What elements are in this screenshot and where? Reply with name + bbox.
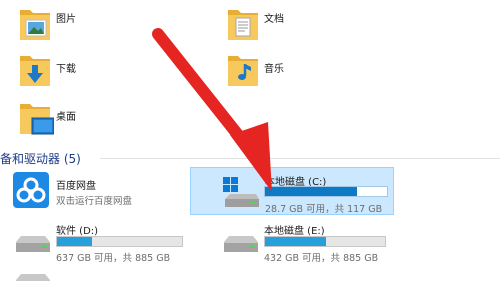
annotation-arrow [152,28,272,192]
